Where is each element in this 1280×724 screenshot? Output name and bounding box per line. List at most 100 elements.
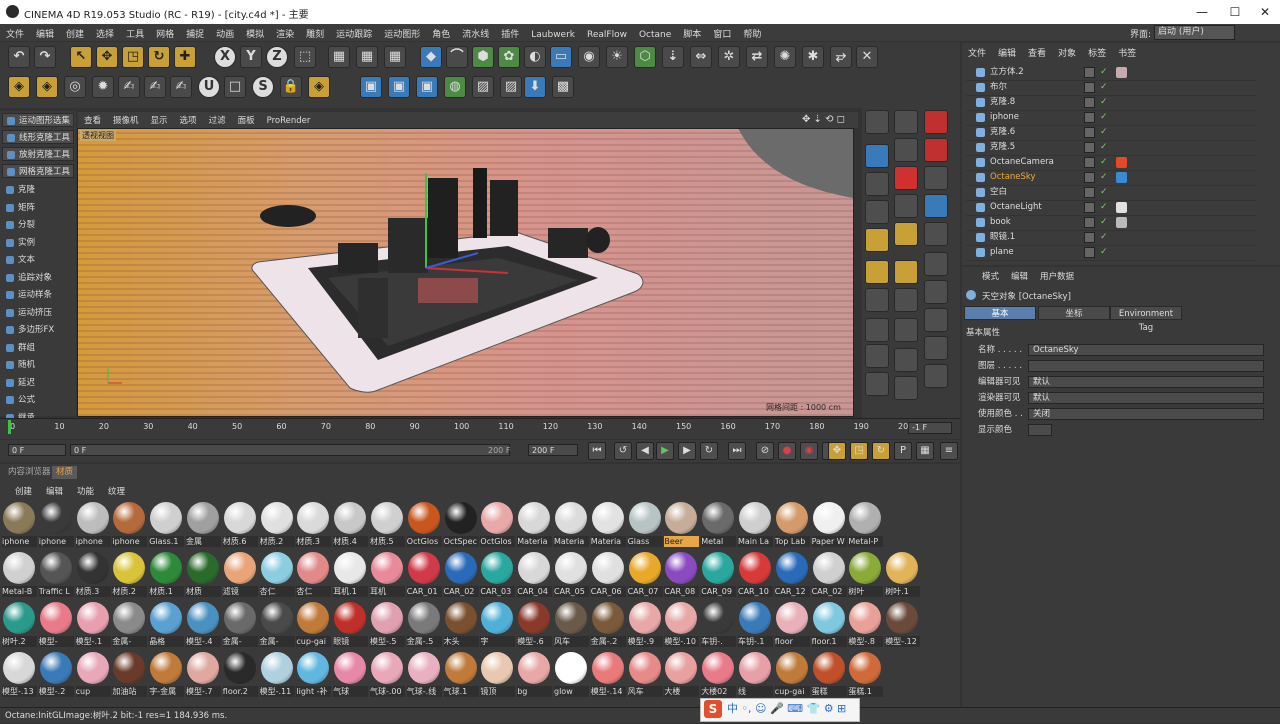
enabled-check-icon[interactable]: ✓ bbox=[1100, 170, 1108, 185]
import-icon[interactable]: ⬇ bbox=[524, 76, 546, 98]
perspective-viewport[interactable]: 透视视图 网格间距 : 1000 cm bbox=[78, 128, 853, 416]
tool-3-icon[interactable]: ✲ bbox=[718, 46, 740, 68]
view-icon-28[interactable] bbox=[924, 308, 948, 332]
left-palette-item[interactable]: 公式 bbox=[2, 393, 74, 407]
object-menu-item[interactable]: 文件 bbox=[962, 46, 992, 59]
coordinate-system-icon[interactable]: ⬚ bbox=[294, 46, 316, 68]
material-swatch[interactable]: 模型-.12 bbox=[885, 601, 921, 649]
material-swatch[interactable]: 树叶.2 bbox=[2, 601, 37, 649]
material-swatch[interactable]: Glass.1 bbox=[149, 501, 185, 549]
scale-key-icon[interactable]: ◳ bbox=[850, 442, 868, 460]
material-swatch[interactable]: 材质 bbox=[186, 551, 221, 599]
redo-icon[interactable]: ↷ bbox=[34, 46, 56, 68]
material-swatch[interactable]: floor bbox=[774, 601, 810, 649]
object-row[interactable]: 克隆.8 ✓ bbox=[966, 95, 1256, 111]
viewport-navigate-icon[interactable]: ✥ ⇣ ⟲ ◻ bbox=[802, 114, 845, 125]
material-swatch[interactable]: 气球 bbox=[333, 651, 369, 699]
menu-item[interactable]: 帮助 bbox=[737, 24, 767, 40]
material-swatch[interactable]: 模型-.6 bbox=[517, 601, 553, 649]
view-icon-26[interactable] bbox=[924, 252, 948, 276]
octane-material-icon[interactable]: ◈ bbox=[308, 76, 330, 98]
material-swatch[interactable]: 气球-.00 bbox=[370, 651, 405, 699]
view-icon-6[interactable] bbox=[865, 260, 889, 284]
spline-pen-icon[interactable]: ⌒ bbox=[446, 46, 468, 68]
attribute-field-value[interactable] bbox=[1028, 360, 1264, 372]
material-swatch[interactable]: OctSpec bbox=[443, 501, 479, 549]
material-swatch[interactable]: 金属- bbox=[259, 601, 295, 649]
start-frame-field[interactable]: 0 F bbox=[8, 444, 66, 456]
menu-item[interactable]: 捕捉 bbox=[180, 24, 210, 40]
object-row[interactable]: 眼镜.1 ✓ bbox=[966, 230, 1256, 246]
attribute-field-value[interactable] bbox=[1028, 424, 1052, 436]
attribute-tab[interactable]: 基本 bbox=[964, 306, 1036, 320]
close-button[interactable]: ✕ bbox=[1250, 3, 1280, 21]
view-3-icon[interactable]: ▣ bbox=[416, 76, 438, 98]
material-swatch[interactable]: iphone bbox=[75, 501, 111, 549]
ime-toolbar[interactable]: S 中 ◦, ☺ 🎤 ⌨ 👕 ⚙ ⊞ bbox=[700, 698, 860, 722]
menu-item[interactable]: 角色 bbox=[426, 24, 456, 40]
material-swatch[interactable]: CAR_02 bbox=[811, 551, 847, 599]
material-menu-item[interactable]: 功能 bbox=[70, 485, 101, 497]
current-frame-field[interactable]: -1 F bbox=[908, 422, 952, 434]
preview-range-field[interactable]: 0 F bbox=[70, 444, 510, 456]
material-swatch[interactable]: 气球-.线 bbox=[406, 651, 442, 699]
menu-item[interactable]: 动画 bbox=[210, 24, 240, 40]
material-swatch[interactable]: 风车 bbox=[554, 601, 589, 649]
visibility-toggle[interactable] bbox=[1084, 112, 1095, 123]
visibility-toggle[interactable] bbox=[1084, 157, 1095, 168]
attribute-field-value[interactable]: 默认 bbox=[1028, 392, 1264, 404]
material-swatch[interactable]: 材质.4 bbox=[333, 501, 369, 549]
view-icon-23[interactable] bbox=[924, 166, 948, 190]
view-icon-25[interactable] bbox=[924, 222, 948, 246]
object-tag-icon[interactable] bbox=[1116, 67, 1127, 78]
material-swatch[interactable]: CAR_02 bbox=[443, 551, 479, 599]
view-icon-4[interactable] bbox=[865, 200, 889, 224]
prev-key-icon[interactable]: ↺ bbox=[614, 442, 632, 460]
light-icon[interactable]: ☀ bbox=[606, 46, 628, 68]
material-swatch[interactable]: 字 bbox=[480, 601, 516, 649]
deformer-icon[interactable]: ◐ bbox=[524, 46, 546, 68]
enabled-check-icon[interactable]: ✓ bbox=[1100, 185, 1108, 200]
view-icon-13[interactable] bbox=[894, 166, 918, 190]
material-swatch[interactable]: Top Lab bbox=[774, 501, 810, 549]
timeline-menu-icon[interactable]: ≡ bbox=[940, 442, 958, 460]
material-swatch[interactable]: Metal bbox=[701, 501, 737, 549]
view-6-icon[interactable]: ▩ bbox=[552, 76, 574, 98]
cloner-icon[interactable]: ✿ bbox=[498, 46, 520, 68]
material-swatch[interactable]: 材质.2 bbox=[112, 551, 148, 599]
globe-icon[interactable]: ◍ bbox=[444, 76, 466, 98]
material-swatch[interactable]: 材质.1 bbox=[149, 551, 185, 599]
material-swatch[interactable]: 模型-.4 bbox=[186, 601, 221, 649]
attribute-field-value[interactable]: 关闭 bbox=[1028, 408, 1264, 420]
menu-item[interactable]: 模拟 bbox=[240, 24, 270, 40]
render-picture-viewer-icon[interactable]: ▦ bbox=[356, 46, 378, 68]
menu-item[interactable]: 脚本 bbox=[677, 24, 707, 40]
next-frame-icon[interactable]: ▶ bbox=[678, 442, 696, 460]
menu-item[interactable]: 渲染 bbox=[270, 24, 300, 40]
material-swatch[interactable]: 材质.6 bbox=[222, 501, 258, 549]
material-swatch[interactable]: iphone bbox=[112, 501, 148, 549]
menu-item[interactable]: 插件 bbox=[495, 24, 525, 40]
material-swatch[interactable]: Materia bbox=[554, 501, 589, 549]
material-swatch[interactable]: Paper W bbox=[811, 501, 847, 549]
octane-stop-icon[interactable]: ◎ bbox=[64, 76, 86, 98]
visibility-toggle[interactable] bbox=[1084, 67, 1095, 78]
material-swatch[interactable]: 加油站 bbox=[112, 651, 148, 699]
material-swatch[interactable]: CAR_03 bbox=[480, 551, 516, 599]
viewport-menu-item[interactable]: 选项 bbox=[174, 112, 203, 126]
material-swatch[interactable]: 模型-.10 bbox=[664, 601, 700, 649]
material-swatch[interactable]: 车钥-. bbox=[701, 601, 737, 649]
material-swatch[interactable]: 大楼02 bbox=[701, 651, 737, 699]
object-menu-item[interactable]: 编辑 bbox=[992, 46, 1022, 59]
material-swatch[interactable]: Metal-P bbox=[848, 501, 884, 549]
octane-settings-icon[interactable]: ◈ bbox=[36, 76, 58, 98]
floor-icon[interactable]: ▭ bbox=[550, 46, 572, 68]
material-swatch[interactable]: 蛋糕 bbox=[811, 651, 847, 699]
enabled-check-icon[interactable]: ✓ bbox=[1100, 80, 1108, 95]
material-swatch[interactable]: 材质.3 bbox=[296, 501, 332, 549]
material-swatch[interactable]: CAR_10 bbox=[738, 551, 773, 599]
material-swatch[interactable]: 木头 bbox=[443, 601, 479, 649]
left-palette-item[interactable]: 实例 bbox=[2, 236, 74, 250]
left-palette-item[interactable]: 追踪对象 bbox=[2, 271, 74, 285]
material-swatch[interactable]: 镜顶 bbox=[480, 651, 516, 699]
